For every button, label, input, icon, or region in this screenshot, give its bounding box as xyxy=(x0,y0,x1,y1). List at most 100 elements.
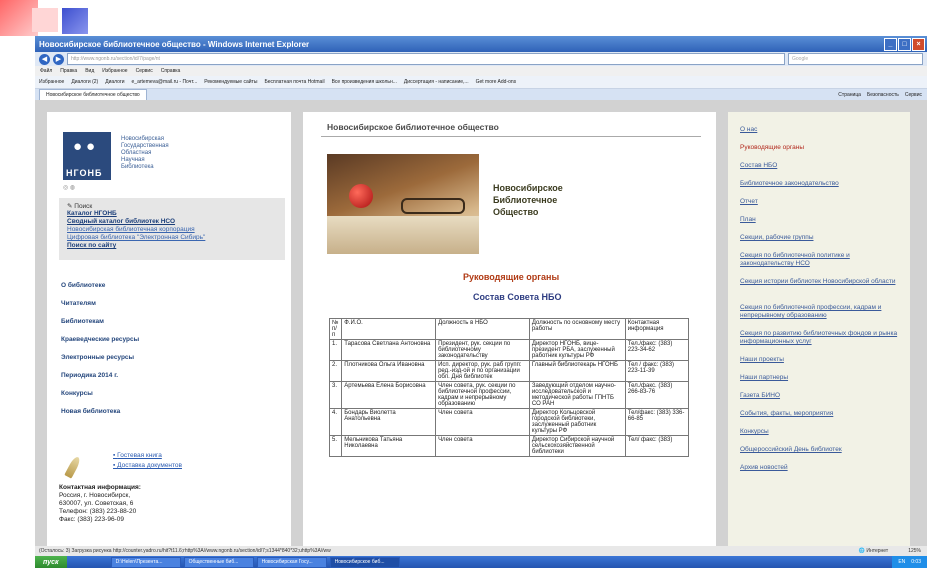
right-nav-link[interactable]: Секция по библиотечной политике и законо… xyxy=(740,252,900,268)
left-nav-item[interactable]: О библиотеке xyxy=(61,282,105,289)
address-bar: ◀ ▶ http://www.ngonb.ru/section/id/7/pag… xyxy=(35,52,927,66)
right-nav-link[interactable]: О нас xyxy=(740,126,900,134)
command-menu[interactable]: Сервис xyxy=(905,92,922,98)
left-nav-item[interactable]: Краеведческие ресурсы xyxy=(61,336,139,343)
table-cell: 3. xyxy=(328,381,343,409)
right-nav-link[interactable]: Архив новостей xyxy=(740,464,900,472)
table-cell: Тел./факс: (383) 223-34-62 xyxy=(624,339,690,361)
table-cell: Заведующий отделом научно-исследовательс… xyxy=(528,381,626,409)
command-menu[interactable]: Страница xyxy=(838,92,861,98)
link-guestbook[interactable]: ▪ Гостевая книга xyxy=(113,452,182,459)
menu-item[interactable]: Сервис xyxy=(136,68,153,74)
link-site-search[interactable]: Поиск по сайту xyxy=(67,242,116,249)
right-nav-link[interactable]: Отчет xyxy=(740,198,900,206)
link-catalog-ngonb[interactable]: Каталог НГОНБ xyxy=(67,210,117,217)
right-nav-link[interactable]: Руководящие органы xyxy=(740,144,900,152)
favorite-link[interactable]: Бесплатная почта Hotmail xyxy=(264,79,324,85)
table-row: 3. Артемьева Елена Борисовна Член совета, … xyxy=(328,381,690,409)
link-library-corporation[interactable]: Новосибирская библиотечная корпорация xyxy=(67,226,195,233)
table-header-cell: Контактная информация xyxy=(624,318,690,340)
taskbar-item[interactable]: D:\Helen\Презента... xyxy=(110,556,181,568)
search-label: ✎ Поиск xyxy=(67,203,93,210)
left-nav-item[interactable]: Конкурсы xyxy=(61,390,93,397)
right-nav-link[interactable]: Конкурсы xyxy=(740,428,900,436)
favorite-link[interactable]: e_artemeva@mail.ru - Почт... xyxy=(132,79,198,85)
table-cell: Директор Кольцовской городской библиотек… xyxy=(528,408,626,436)
command-menu[interactable]: Безопасность xyxy=(867,92,899,98)
taskbar-item[interactable]: Общественные биб... xyxy=(183,556,254,568)
heading-governing-bodies: Руководящие органы xyxy=(463,272,560,282)
right-nav-link[interactable]: Секция истории библиотек Новосибирской о… xyxy=(740,278,900,286)
table-cell: Директор Сибирской научной сельскохозяйс… xyxy=(528,435,626,457)
menu-item[interactable]: Файл xyxy=(40,68,52,74)
logo-caption-line: Областная xyxy=(121,150,152,156)
favorite-link[interactable]: Избранное xyxy=(39,79,64,85)
start-button[interactable]: пуск xyxy=(35,556,67,568)
deco-blue-square xyxy=(62,8,88,34)
left-nav-item[interactable]: Периодика 2014 г. xyxy=(61,372,118,379)
favorite-link[interactable]: Get more Add-ons xyxy=(476,79,517,85)
favorite-link[interactable]: Все произведения школьн... xyxy=(332,79,397,85)
favorite-link[interactable]: Рекомендуемые сайты xyxy=(204,79,257,85)
right-nav-link[interactable]: Секции, рабочие группы xyxy=(740,234,900,242)
right-nav-link[interactable]: Газета БИНО xyxy=(740,392,900,400)
council-table: № п/п Ф.И.О. Должность в НБО Должность по о… xyxy=(328,318,690,457)
logo-caption: Новосибирская Государственная Областная Нау… xyxy=(121,136,169,171)
forward-icon[interactable]: ▶ xyxy=(53,53,64,65)
left-nav-item[interactable]: Новая библиотека xyxy=(61,408,120,415)
table-cell: Тел / факс: (383) 223-11-39 xyxy=(624,360,690,382)
right-column: О нас Руководящие органы Состав НБО Библиот… xyxy=(728,112,910,546)
right-nav-link[interactable]: План xyxy=(740,216,900,224)
favorites-bar: Избранное Диалоги (2) Диалоги e_artemeva@ma… xyxy=(35,76,927,89)
system-tray: EN 0:03 xyxy=(892,556,927,568)
zoom-level[interactable]: 125% xyxy=(908,548,921,554)
menu-item[interactable]: Вид xyxy=(85,68,94,74)
table-cell: Бондарь Виолетта Анатольевна xyxy=(341,408,437,436)
back-icon[interactable]: ◀ xyxy=(39,53,50,65)
favorite-link[interactable]: Диссертация - написание,... xyxy=(404,79,469,85)
table-cell: Член совета, рук. секции по библиотечной… xyxy=(435,381,530,409)
right-nav-link[interactable]: Библиотечное законодательство xyxy=(740,180,900,188)
logo-text: НГОНБ xyxy=(66,168,103,178)
taskbar: пуск D:\Helen\Презента... Общественные би… xyxy=(35,556,927,568)
right-nav-link[interactable]: Секция по развитию библиотечных фондов и… xyxy=(740,330,900,346)
link-digital-library[interactable]: Цифровая библиотека "Электронная Сибирь" xyxy=(67,234,205,241)
table-cell: Тарасова Светлана Антоновна xyxy=(341,339,437,361)
feather-icon xyxy=(64,455,82,479)
left-nav-item[interactable]: Читателям xyxy=(61,300,96,307)
right-nav-link[interactable]: Секция по библиотечной профессии, кадрам… xyxy=(740,304,900,320)
menu-item[interactable]: Правка xyxy=(60,68,77,74)
lang-indicator[interactable]: EN xyxy=(898,559,905,565)
table-cell: Директор НГОНБ, вице-президент РБА, засл… xyxy=(528,339,626,361)
url-input[interactable]: http://www.ngonb.ru/section/id/7/page/nt xyxy=(67,53,785,65)
search-input[interactable]: Google xyxy=(788,53,923,65)
right-nav-link[interactable]: Общероссийский День библиотек xyxy=(740,446,900,454)
table-cell: 2. xyxy=(328,360,343,382)
table-cell: Мельникова Татьяна Николаевна xyxy=(341,435,437,457)
divider xyxy=(321,136,701,137)
window-title: Новосибирское библиотечное общество - Wi… xyxy=(39,39,310,49)
menu-item[interactable]: Избранное xyxy=(102,68,127,74)
right-nav-link[interactable]: Наши партнеры xyxy=(740,374,900,382)
minimize-button[interactable]: _ xyxy=(884,37,897,51)
search-panel: ✎ Поиск Каталог НГОНБ Сводный каталог би… xyxy=(59,198,285,260)
menu-item[interactable]: Справка xyxy=(161,68,181,74)
maximize-button[interactable]: □ xyxy=(898,37,911,51)
table-cell: Артемьева Елена Борисовна xyxy=(341,381,437,409)
table-header-cell: Должность по основному месту работы xyxy=(528,318,626,340)
books-image xyxy=(327,216,479,254)
favorite-link[interactable]: Диалоги xyxy=(105,79,124,85)
taskbar-item[interactable]: Новосибирское биб... xyxy=(329,556,400,568)
ngonb-logo[interactable]: ●● НГОНБ xyxy=(63,132,111,180)
right-nav-link[interactable]: Состав НБО xyxy=(740,162,900,170)
right-nav-link[interactable]: События, факты, мероприятия xyxy=(740,410,900,418)
link-union-catalog[interactable]: Сводный каталог библиотек НСО xyxy=(67,218,175,225)
right-nav-link[interactable]: Наши проекты xyxy=(740,356,900,364)
close-button[interactable]: × xyxy=(912,37,925,51)
favorite-link[interactable]: Диалоги (2) xyxy=(71,79,98,85)
left-nav-item[interactable]: Библиотекам xyxy=(61,318,104,325)
link-doc-delivery[interactable]: ▪ Доставка документов xyxy=(113,462,182,469)
left-nav-item[interactable]: Электронные ресурсы xyxy=(61,354,134,361)
taskbar-item[interactable]: Новосибирская Госу... xyxy=(256,556,327,568)
table-cell: 4. xyxy=(328,408,343,436)
